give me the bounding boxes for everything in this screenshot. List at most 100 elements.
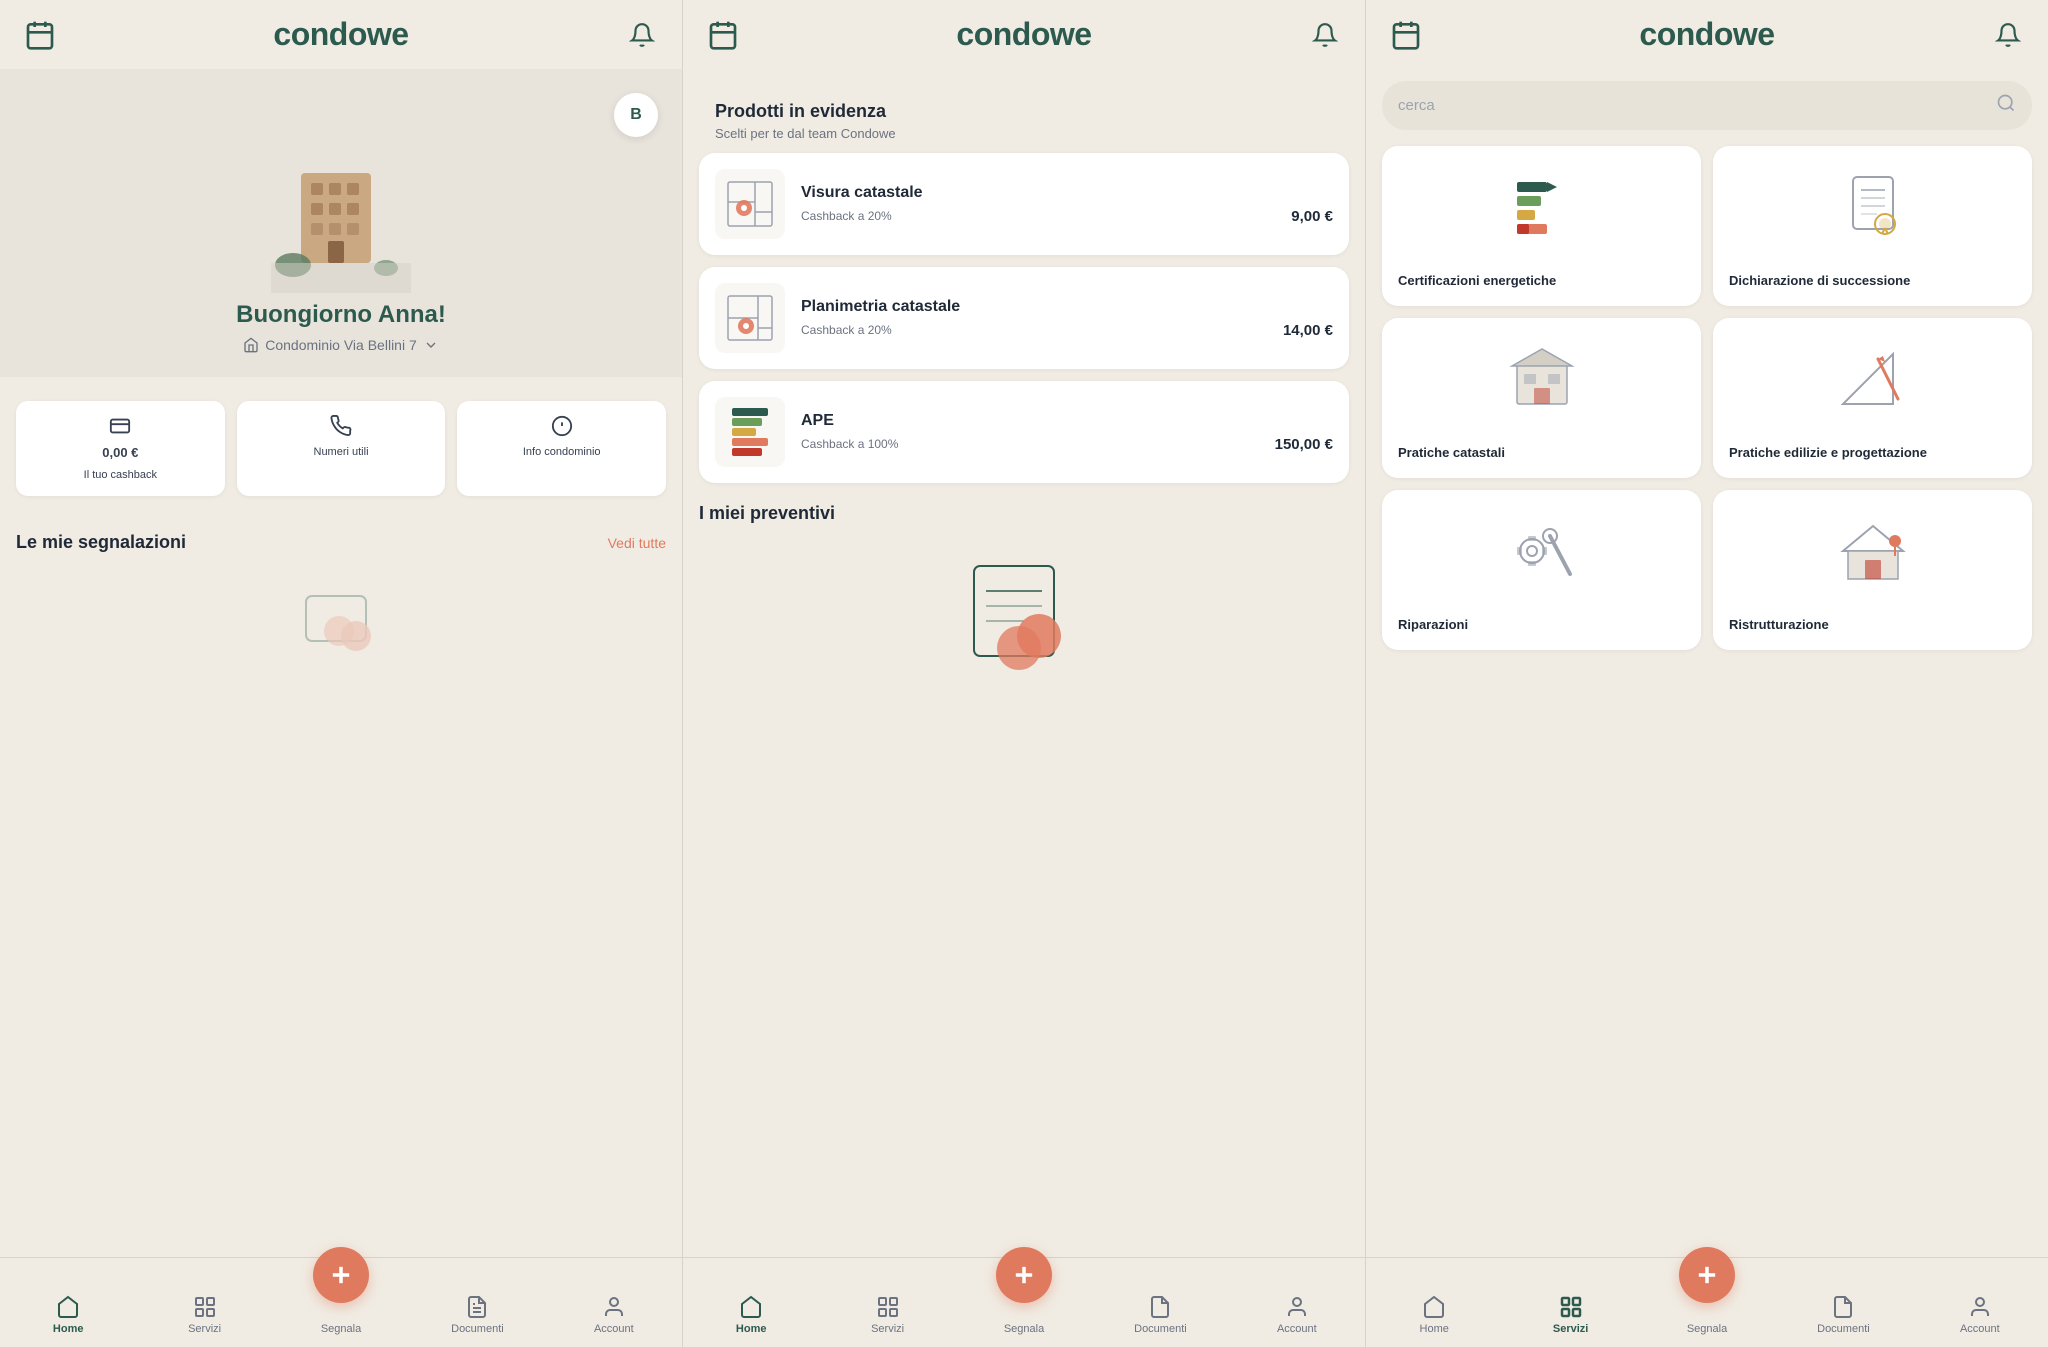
service-certificazioni-card[interactable]: Certificazioni energetiche: [1382, 146, 1701, 306]
logo-3: condowe: [1639, 16, 1774, 53]
segnalazioni-header: Le mie segnalazioni Vedi tutte: [0, 512, 682, 561]
product-visura-thumb: [715, 169, 785, 239]
fab-segnala-3[interactable]: [1679, 1247, 1735, 1303]
service-dichiarazione-card[interactable]: Dichiarazione di successione: [1713, 146, 2032, 306]
info-label: Info condominio: [523, 445, 601, 459]
bell-icon-1[interactable]: [626, 19, 658, 51]
avatar-badge[interactable]: B: [614, 93, 658, 137]
product-planimetria-thumb: [715, 283, 785, 353]
quick-actions: 0,00 € Il tuo cashback Numeri utili Info…: [0, 385, 682, 512]
product-ape-price: 150,00 €: [1275, 436, 1333, 453]
building-illustration: [271, 153, 411, 293]
service-dichiarazione-name: Dichiarazione di successione: [1729, 273, 2016, 290]
product-planimetria-cashback: Cashback a 20%: [801, 323, 892, 337]
service-riparazioni-name: Riparazioni: [1398, 617, 1685, 634]
product-ape-card[interactable]: APE Cashback a 100% 150,00 €: [699, 381, 1349, 483]
service-riparazioni-card[interactable]: Riparazioni: [1382, 490, 1701, 650]
cashback-button[interactable]: 0,00 € Il tuo cashback: [16, 401, 225, 496]
nav-documenti-3[interactable]: Documenti: [1775, 1295, 1911, 1335]
ape-energy-icon: [732, 408, 768, 456]
nav-servizi-label-3: Servizi: [1553, 1323, 1588, 1335]
products-content: Prodotti in evidenza Scelti per te dal t…: [683, 69, 1365, 1347]
nav-home-1[interactable]: Home: [0, 1295, 136, 1335]
nav-home-label-3: Home: [1420, 1323, 1449, 1335]
logo-2: condowe: [956, 16, 1091, 53]
screen-home-1: condowe B: [0, 0, 683, 1347]
pratiche-catastali-illustration: [1398, 334, 1685, 424]
info-condominio-button[interactable]: Info condominio: [457, 401, 666, 496]
product-ape-cashback: Cashback a 100%: [801, 437, 898, 451]
service-ristrutturazione-name: Ristrutturazione: [1729, 617, 2016, 634]
product-visura-bottom: Cashback a 20% 9,00 €: [801, 208, 1333, 225]
bell-icon-3[interactable]: [1992, 19, 2024, 51]
bell-icon-2[interactable]: [1309, 19, 1341, 51]
screen-services: condowe cerca: [1366, 0, 2048, 1347]
numeri-utili-button[interactable]: Numeri utili: [237, 401, 446, 496]
services-content: cerca: [1366, 69, 2048, 1347]
nav-documenti-label-2: Documenti: [1134, 1323, 1187, 1335]
fab-segnala-1[interactable]: [313, 1247, 369, 1303]
cashback-amount: 0,00 €: [102, 445, 138, 460]
nav-servizi-label-1: Servizi: [188, 1323, 221, 1335]
preventivi-illustration: [699, 536, 1349, 696]
condo-name[interactable]: Condominio Via Bellini 7: [243, 337, 439, 353]
nav-servizi-label-2: Servizi: [871, 1323, 904, 1335]
service-pratiche-edilizie-card[interactable]: Pratiche edilizie e progettazione: [1713, 318, 2032, 478]
product-visura-price: 9,00 €: [1291, 208, 1333, 225]
product-ape-bottom: Cashback a 100% 150,00 €: [801, 436, 1333, 453]
calendar-icon-2: [707, 19, 739, 51]
prodotti-subtitle: Scelti per te dal team Condowe: [699, 126, 1349, 153]
nav-account-3[interactable]: Account: [1912, 1295, 2048, 1335]
nav-servizi-3[interactable]: Servizi: [1502, 1295, 1638, 1335]
product-visura-name: Visura catastale: [801, 184, 1333, 202]
profile-section: B: [0, 69, 682, 377]
search-bar[interactable]: cerca: [1382, 81, 2032, 130]
nav-segnala-label-3: Segnala: [1687, 1323, 1727, 1335]
nav-account-label-1: Account: [594, 1323, 634, 1335]
cashback-label: Il tuo cashback: [84, 468, 157, 482]
condo-name-text: Condominio Via Bellini 7: [265, 337, 417, 353]
nav-home-3[interactable]: Home: [1366, 1295, 1502, 1335]
greeting: Buongiorno Anna!: [236, 301, 446, 329]
header-1: condowe: [0, 0, 682, 69]
nav-home-label-1: Home: [53, 1323, 84, 1335]
riparazioni-illustration: [1398, 506, 1685, 596]
vedi-tutte-button[interactable]: Vedi tutte: [608, 535, 666, 551]
segnalazioni-empty: [0, 561, 682, 681]
product-planimetria-card[interactable]: Planimetria catastale Cashback a 20% 14,…: [699, 267, 1349, 369]
ristrutturazione-illustration: [1729, 506, 2016, 596]
nav-home-2[interactable]: Home: [683, 1295, 819, 1335]
prodotti-title: Prodotti in evidenza: [699, 85, 1349, 126]
header-3: condowe: [1366, 0, 2048, 69]
product-visura-card[interactable]: Visura catastale Cashback a 20% 9,00 €: [699, 153, 1349, 255]
nav-servizi-2[interactable]: Servizi: [819, 1295, 955, 1335]
search-icon: [1996, 93, 2016, 118]
nav-account-label-3: Account: [1960, 1323, 2000, 1335]
avatar-row: B: [24, 93, 658, 137]
product-ape-thumb: [715, 397, 785, 467]
nav-segnala-label-1: Segnala: [321, 1323, 361, 1335]
nav-documenti-label-3: Documenti: [1817, 1323, 1870, 1335]
header-2: condowe: [683, 0, 1365, 69]
nav-documenti-1[interactable]: Documenti: [409, 1295, 545, 1335]
product-planimetria-name: Planimetria catastale: [801, 298, 1333, 316]
preventivi-title: I miei preventivi: [699, 495, 1349, 536]
nav-account-1[interactable]: Account: [546, 1295, 682, 1335]
product-planimetria-bottom: Cashback a 20% 14,00 €: [801, 322, 1333, 339]
fab-segnala-2[interactable]: [996, 1247, 1052, 1303]
nav-servizi-1[interactable]: Servizi: [136, 1295, 272, 1335]
dichiarazione-illustration: [1729, 162, 2016, 252]
product-planimetria-info: Planimetria catastale Cashback a 20% 14,…: [801, 298, 1333, 339]
nav-account-2[interactable]: Account: [1229, 1295, 1365, 1335]
nav-account-label-2: Account: [1277, 1323, 1317, 1335]
search-placeholder: cerca: [1398, 97, 1986, 114]
avatar-initial: B: [630, 106, 642, 124]
product-ape-info: APE Cashback a 100% 150,00 €: [801, 412, 1333, 453]
nav-documenti-2[interactable]: Documenti: [1092, 1295, 1228, 1335]
product-ape-name: APE: [801, 412, 1333, 430]
service-pratiche-catastali-card[interactable]: Pratiche catastali: [1382, 318, 1701, 478]
service-pratiche-catastali-name: Pratiche catastali: [1398, 445, 1685, 462]
service-ristrutturazione-card[interactable]: Ristrutturazione: [1713, 490, 2032, 650]
segnalazioni-title: Le mie segnalazioni: [16, 532, 186, 553]
product-visura-cashback: Cashback a 20%: [801, 209, 892, 223]
